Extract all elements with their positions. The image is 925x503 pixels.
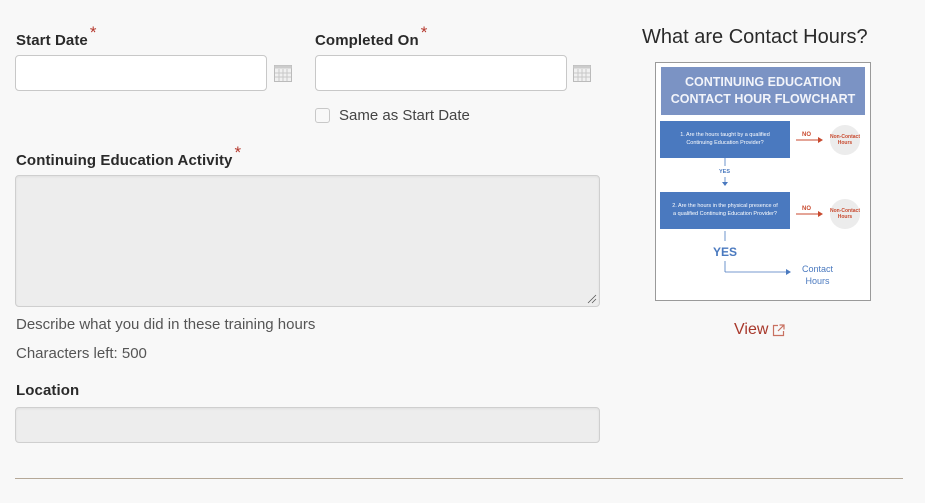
contact-hours-title: What are Contact Hours?: [642, 26, 868, 48]
external-link-icon: [773, 323, 785, 336]
flowchart-question-2: 2. Are the hours in the physical presenc…: [660, 192, 790, 229]
flowchart-non-contact-2: Non-Contact Hours: [830, 199, 860, 229]
activity-help-text: Describe what you did in these training …: [16, 316, 316, 333]
activity-label: Continuing Education Activity *: [16, 143, 241, 170]
completed-on-label: Completed On *: [315, 23, 427, 50]
flowchart-no-arrow: [796, 211, 823, 217]
characters-left: Characters left: 500: [16, 345, 147, 362]
flowchart-contact-line1: Contact: [802, 264, 834, 274]
flowchart-header: CONTINUING EDUCATION CONTACT HOUR FLOWCH…: [661, 67, 865, 115]
flowchart-question-1: 1. Are the hours taught by a qualified C…: [660, 121, 790, 158]
flowchart-no-arrow: [796, 137, 823, 143]
section-divider: [15, 478, 903, 479]
location-input[interactable]: [15, 407, 600, 443]
flowchart-contact-hours: Contact Hours: [802, 263, 833, 287]
completed-on-label-text: Completed On: [315, 32, 419, 49]
view-flowchart-link[interactable]: View: [734, 321, 785, 339]
calendar-icon[interactable]: [573, 65, 591, 82]
start-date-input[interactable]: [15, 55, 267, 91]
flowchart-header-line2: CONTACT HOUR FLOWCHART: [670, 92, 856, 106]
calendar-icon[interactable]: [274, 65, 292, 82]
location-label: Location: [16, 382, 80, 399]
flowchart-non-contact-1: Non-Contact Hours: [830, 125, 860, 155]
required-asterisk: *: [420, 23, 428, 42]
flowchart-image[interactable]: CONTINUING EDUCATION CONTACT HOUR FLOWCH…: [655, 62, 871, 301]
activity-label-text: Continuing Education Activity: [16, 152, 233, 169]
completed-on-input[interactable]: [315, 55, 567, 91]
required-asterisk: *: [234, 143, 242, 162]
flowchart-yes-label-1: YES: [719, 169, 731, 175]
required-asterisk: *: [89, 23, 97, 42]
start-date-label: Start Date *: [16, 23, 97, 50]
same-as-start-date-label[interactable]: Same as Start Date: [339, 107, 470, 124]
view-link-text: View: [734, 321, 769, 338]
flowchart-header-line1: CONTINUING EDUCATION: [684, 75, 841, 89]
flowchart-yes-label-2: YES: [713, 245, 738, 259]
activity-textarea[interactable]: [15, 175, 600, 307]
resize-handle-icon[interactable]: [587, 294, 597, 304]
flowchart-contact-line2: Hours: [805, 276, 830, 286]
start-date-label-text: Start Date: [16, 32, 88, 49]
same-as-start-date-checkbox[interactable]: [315, 108, 330, 123]
